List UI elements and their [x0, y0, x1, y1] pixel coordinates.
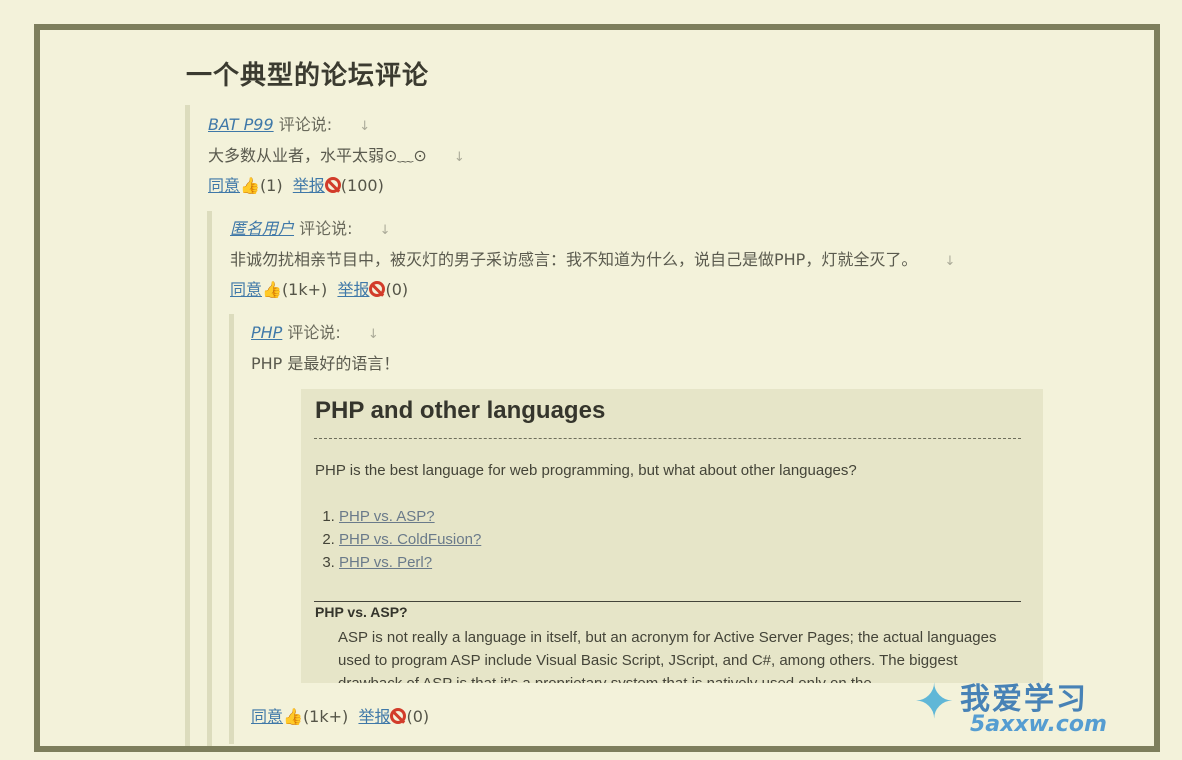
embed-heading: PHP and other languages [315, 397, 606, 424]
comment-2-body: 非诚勿扰相亲节目中，被灭灯的男子采访感言：我不知道为什么，说自己是做PHP，灯就… [230, 250, 918, 269]
agree-label: 同意 [208, 176, 241, 195]
embed-link-list: PHP vs. ASP? PHP vs. ColdFusion? PHP vs.… [321, 505, 481, 574]
comment-1-header: BAT P99 评论说: ↓ [208, 114, 370, 138]
comment-1-said-label: 评论说: [278, 115, 333, 134]
comment-1-author-link[interactable]: BAT P99 [208, 115, 274, 134]
comment-2-said-label: 评论说: [299, 219, 353, 238]
thumbs-up-icon: 👍 [262, 280, 282, 299]
comment-3-agree-link[interactable]: 同意👍 [251, 707, 303, 726]
site-watermark: ✦ 我爱学习 5axxw.com [914, 670, 1144, 740]
prohibited-icon [390, 708, 407, 724]
comment-2-header: 匿名用户 评论说: ↓ [230, 218, 391, 242]
comment-1-agree-link[interactable]: 同意👍 [208, 176, 260, 195]
down-arrow-icon[interactable]: ↓ [368, 327, 379, 342]
report-label: 举报 [358, 707, 391, 726]
thumbs-up-icon: 👍 [240, 176, 260, 195]
embed-intro: PHP is the best language for web program… [315, 462, 857, 479]
down-arrow-icon[interactable]: ↓ [454, 150, 465, 165]
comment-1-report-link[interactable]: 举报 [293, 176, 341, 195]
down-arrow-icon[interactable]: ↓ [944, 254, 955, 269]
comment-2-agree-link[interactable]: 同意👍 [230, 280, 282, 299]
comment-1-agree-count: (1) [259, 176, 283, 195]
embed-link-perl[interactable]: PHP vs. Perl? [339, 554, 432, 571]
report-label: 举报 [292, 176, 325, 195]
page-title: 一个典型的论坛评论 [186, 61, 430, 91]
down-arrow-icon[interactable]: ↓ [380, 223, 391, 238]
embed-subheading: PHP vs. ASP? [315, 604, 408, 620]
comment-2-body-line: 非诚勿扰相亲节目中，被灭灯的男子采访感言：我不知道为什么，说自己是做PHP，灯就… [230, 249, 955, 273]
comment-2-actions: 同意👍(1k+) 举报 (0) [230, 279, 408, 301]
prohibited-icon [369, 281, 386, 297]
comment-3-body: PHP 是最好的语言！ [251, 354, 400, 373]
watermark-en-text: 5axxw.com [970, 712, 1107, 737]
agree-label: 同意 [251, 707, 284, 726]
embed-divider [314, 438, 1021, 439]
comment-3-said-label: 评论说: [287, 323, 341, 342]
comment-2-author-link[interactable]: 匿名用户 [230, 219, 294, 238]
page-frame: 一个典型的论坛评论 BAT P99 评论说: ↓ 大多数从业者，水平太弱⊙﹏⊙ … [34, 24, 1160, 752]
comment-1-report-count: (100) [340, 176, 384, 195]
embed-section-divider [314, 601, 1021, 602]
embedded-article-image: PHP and other languages PHP is the best … [301, 389, 1043, 683]
list-item: PHP vs. ASP? [339, 505, 481, 528]
list-item: PHP vs. ColdFusion? [339, 528, 481, 551]
comment-3-header: PHP 评论说: ↓ [251, 322, 379, 346]
comment-3-report-count: (0) [406, 707, 430, 726]
comment-1-actions: 同意👍(1) 举报 (100) [208, 175, 384, 197]
prohibited-icon [324, 177, 341, 193]
comment-3-report-link[interactable]: 举报 [358, 707, 407, 726]
comment-1-body: 大多数从业者，水平太弱⊙﹏⊙ [208, 146, 427, 165]
down-arrow-icon[interactable]: ↓ [359, 119, 370, 134]
agree-label: 同意 [230, 280, 263, 299]
thumbs-up-icon: 👍 [283, 707, 303, 726]
comment-3-body-line: PHP 是最好的语言！ [251, 353, 399, 375]
comment-3-author-link[interactable]: PHP [251, 323, 282, 342]
comment-1-body-line: 大多数从业者，水平太弱⊙﹏⊙ ↓ [208, 145, 465, 169]
embed-link-asp[interactable]: PHP vs. ASP? [339, 508, 435, 525]
report-label: 举报 [337, 280, 370, 299]
comment-3-actions: 同意👍(1k+) 举报 (0) [251, 706, 429, 728]
comment-3-agree-count: (1k+) [302, 707, 349, 726]
list-item: PHP vs. Perl? [339, 551, 481, 574]
comment-2-report-count: (0) [385, 280, 409, 299]
embed-link-coldfusion[interactable]: PHP vs. ColdFusion? [339, 531, 481, 548]
bird-logo-icon: ✦ [914, 674, 955, 730]
embed-paragraph: ASP is not really a language in itself, … [338, 629, 997, 683]
comment-2-agree-count: (1k+) [281, 280, 328, 299]
comment-2-report-link[interactable]: 举报 [337, 280, 386, 299]
